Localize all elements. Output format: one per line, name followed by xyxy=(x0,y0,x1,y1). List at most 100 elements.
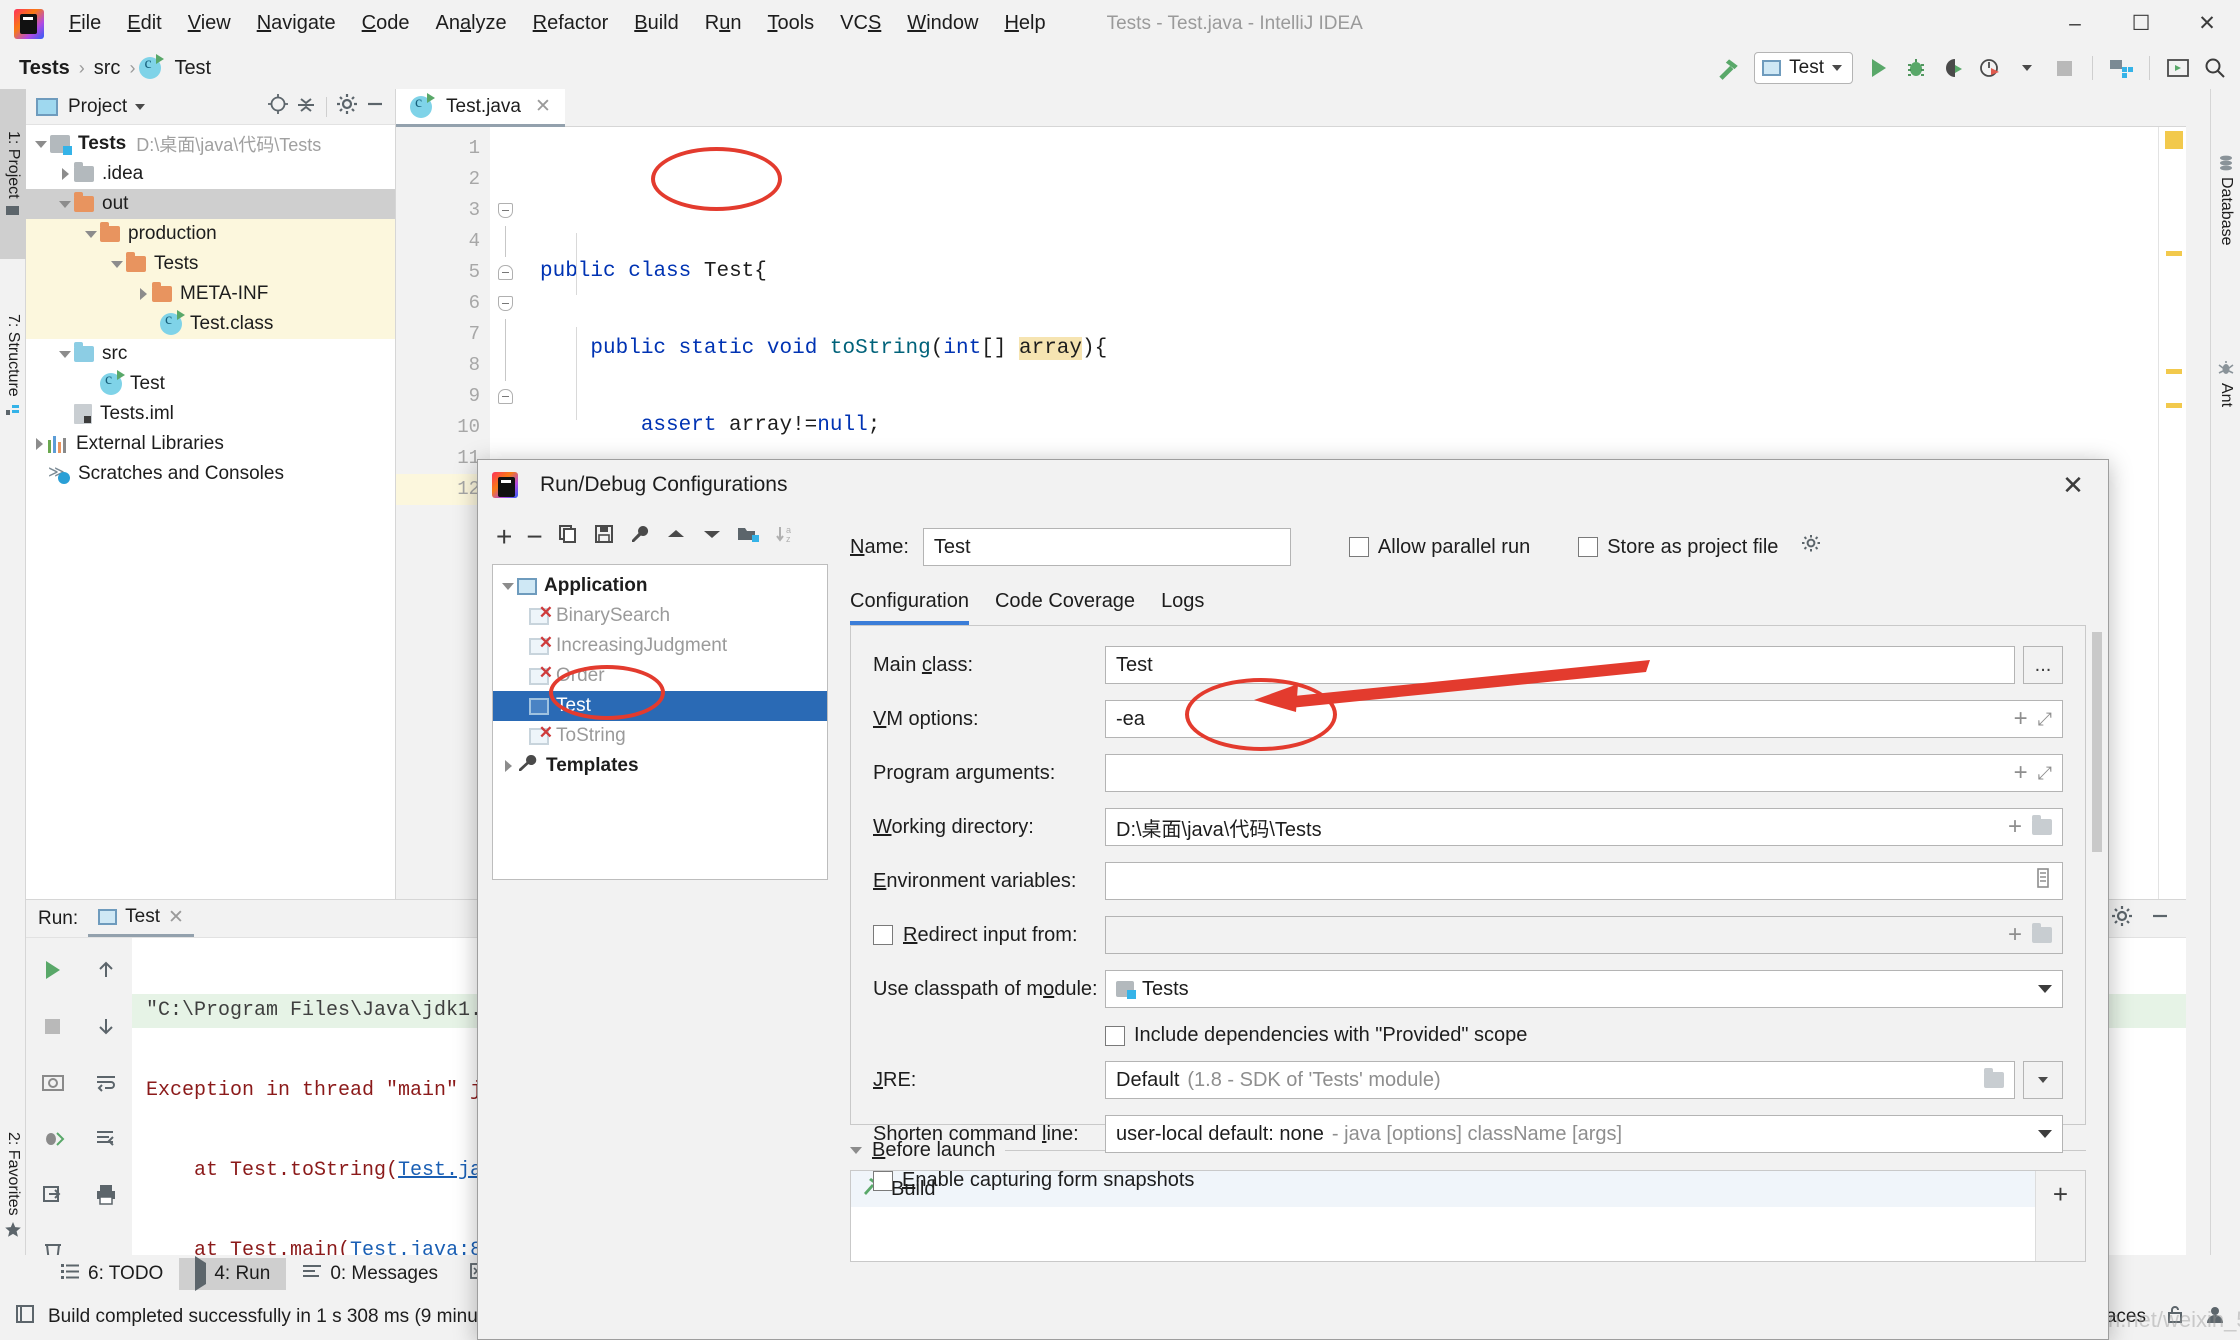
tree-item-meta-inf[interactable]: META-INF xyxy=(26,279,395,309)
browse-folder-icon[interactable] xyxy=(1984,1068,2004,1088)
chevron-down-icon[interactable] xyxy=(56,200,74,208)
tree-item-tests-iml[interactable]: Tests.iml xyxy=(26,399,395,429)
scroll-to-end-icon[interactable] xyxy=(79,1114,132,1162)
expand-icon[interactable]: ⤢ xyxy=(2038,709,2052,730)
run-tab-test[interactable]: Test ✕ xyxy=(88,900,194,937)
chevron-down-icon[interactable] xyxy=(108,260,126,268)
locate-icon[interactable] xyxy=(266,92,290,122)
breadcrumb-file[interactable]: Test xyxy=(169,57,216,80)
edit-templates-icon[interactable] xyxy=(629,523,651,551)
gear-icon[interactable] xyxy=(335,92,359,122)
redirect-input-checkbox[interactable]: Redirect input from: xyxy=(873,924,1105,947)
tree-item-test-class[interactable]: Test.class xyxy=(26,309,395,339)
add-icon[interactable]: + xyxy=(2014,705,2028,733)
tree-item-scratches-and-consoles[interactable]: Scratches and Consoles xyxy=(26,459,395,489)
up-icon[interactable] xyxy=(79,946,132,994)
config-item-increasingjudgment[interactable]: ✕ IncreasingJudgment xyxy=(493,631,827,661)
close-button[interactable]: ✕ xyxy=(2174,0,2240,47)
debug-icon[interactable] xyxy=(1899,51,1933,85)
dialog-scrollbar-thumb[interactable] xyxy=(2092,632,2102,852)
menu-window[interactable]: Window xyxy=(894,8,991,39)
minimize-button[interactable]: – xyxy=(2042,0,2108,47)
add-icon[interactable]: + xyxy=(2008,813,2022,841)
maximize-button[interactable]: ☐ xyxy=(2108,0,2174,47)
jre-dropdown-button[interactable] xyxy=(2023,1061,2063,1099)
profile-icon[interactable] xyxy=(1973,51,2007,85)
fold-icon[interactable] xyxy=(498,203,513,218)
include-dependencies-checkbox[interactable]: Include dependencies with "Provided" sco… xyxy=(1105,1024,1527,1047)
move-down-icon[interactable] xyxy=(701,526,723,548)
menu-tools[interactable]: Tools xyxy=(754,8,827,39)
working-directory-input[interactable]: D:\桌面\java\代码\Tests + xyxy=(1105,808,2063,846)
save-icon[interactable] xyxy=(593,523,615,551)
sidebar-item-ant[interactable]: Ant xyxy=(2211,319,2240,449)
sidebar-item-database[interactable]: Database xyxy=(2211,95,2240,305)
chevron-right-icon[interactable] xyxy=(56,168,74,180)
config-item-tostring[interactable]: ✕ ToString xyxy=(493,721,827,751)
chevron-right-icon[interactable] xyxy=(499,760,517,772)
chevron-down-icon[interactable] xyxy=(135,103,146,110)
chevron-down-icon[interactable] xyxy=(32,140,50,148)
fold-icon[interactable] xyxy=(498,389,513,404)
main-class-input[interactable]: Test xyxy=(1105,646,2015,684)
screenshot-icon[interactable] xyxy=(26,1058,79,1106)
close-icon[interactable]: ✕ xyxy=(535,95,551,118)
add-icon[interactable]: + xyxy=(496,521,512,553)
error-stripe-gutter[interactable] xyxy=(2158,127,2186,899)
name-input[interactable]: Test xyxy=(922,528,1291,566)
stop-icon[interactable] xyxy=(26,1002,79,1050)
editor-tab-test-java[interactable]: Test.java ✕ xyxy=(396,89,565,127)
collapse-all-icon[interactable] xyxy=(294,92,318,122)
gear-icon[interactable] xyxy=(1800,533,1822,561)
new-folder-icon[interactable] xyxy=(737,524,761,550)
breadcrumb-folder[interactable]: src xyxy=(89,57,126,80)
run-icon[interactable] xyxy=(1862,51,1896,85)
menu-refactor[interactable]: Refactor xyxy=(520,8,622,39)
chevron-right-icon[interactable] xyxy=(134,288,152,300)
edit-variables-icon[interactable] xyxy=(2034,868,2052,894)
search-everywhere-icon[interactable] xyxy=(2198,51,2232,85)
config-group-application[interactable]: Application xyxy=(493,571,827,601)
browse-main-class-button[interactable]: ... xyxy=(2023,646,2063,684)
sort-icon[interactable]: az xyxy=(775,523,797,551)
environment-variables-input[interactable] xyxy=(1105,862,2063,900)
breadcrumb-project[interactable]: Tests xyxy=(14,57,75,80)
tab-configuration[interactable]: Configuration xyxy=(850,590,969,625)
menu-vcs[interactable]: VCS xyxy=(827,8,894,39)
updates-icon[interactable] xyxy=(2161,51,2195,85)
remove-icon[interactable]: − xyxy=(526,521,542,553)
soft-wrap-icon[interactable] xyxy=(79,1058,132,1106)
chevron-down-icon[interactable] xyxy=(2010,51,2044,85)
tree-item-tests[interactable]: Tests D:\桌面\java\代码\Tests xyxy=(26,129,395,159)
chevron-right-icon[interactable] xyxy=(30,438,48,450)
vm-options-input[interactable]: -ea + ⤢ xyxy=(1105,700,2063,738)
sidebar-item-project[interactable]: 1: Project xyxy=(0,89,26,259)
tree-item-src[interactable]: src xyxy=(26,339,395,369)
menu-edit[interactable]: Edit xyxy=(114,8,174,39)
jre-combo[interactable]: Default (1.8 - SDK of 'Tests' module) xyxy=(1105,1061,2015,1099)
fold-icon[interactable] xyxy=(498,265,513,280)
menu-file[interactable]: File xyxy=(56,8,114,39)
chevron-down-icon[interactable] xyxy=(56,350,74,358)
move-up-icon[interactable] xyxy=(665,526,687,548)
menu-navigate[interactable]: Navigate xyxy=(244,8,349,39)
menu-code[interactable]: Code xyxy=(349,8,423,39)
tree-item-test[interactable]: Test xyxy=(26,369,395,399)
fold-icon[interactable] xyxy=(498,296,513,311)
config-group-templates[interactable]: Templates xyxy=(493,751,827,781)
redirect-input-input[interactable]: + xyxy=(1105,916,2063,954)
use-classpath-combo[interactable]: Tests xyxy=(1105,970,2063,1008)
program-arguments-input[interactable]: + ⤢ xyxy=(1105,754,2063,792)
project-structure-icon[interactable] xyxy=(2104,51,2138,85)
run-configuration-selector[interactable]: Test xyxy=(1754,52,1853,84)
hammer-icon[interactable] xyxy=(1711,51,1745,85)
tree-item-idea[interactable]: .idea xyxy=(26,159,395,189)
bottom-tab-todo[interactable]: 6: TODO xyxy=(44,1257,179,1291)
config-item-binarysearch[interactable]: ✕ BinarySearch xyxy=(493,601,827,631)
sidebar-item-structure[interactable]: 7: Structure xyxy=(0,267,26,463)
sidebar-item-favorites[interactable]: 2: Favorites xyxy=(0,1089,26,1281)
tree-item-out[interactable]: out xyxy=(26,189,395,219)
chevron-down-icon[interactable] xyxy=(850,1147,862,1154)
tree-item-production[interactable]: production xyxy=(26,219,395,249)
menu-help[interactable]: Help xyxy=(991,8,1058,39)
